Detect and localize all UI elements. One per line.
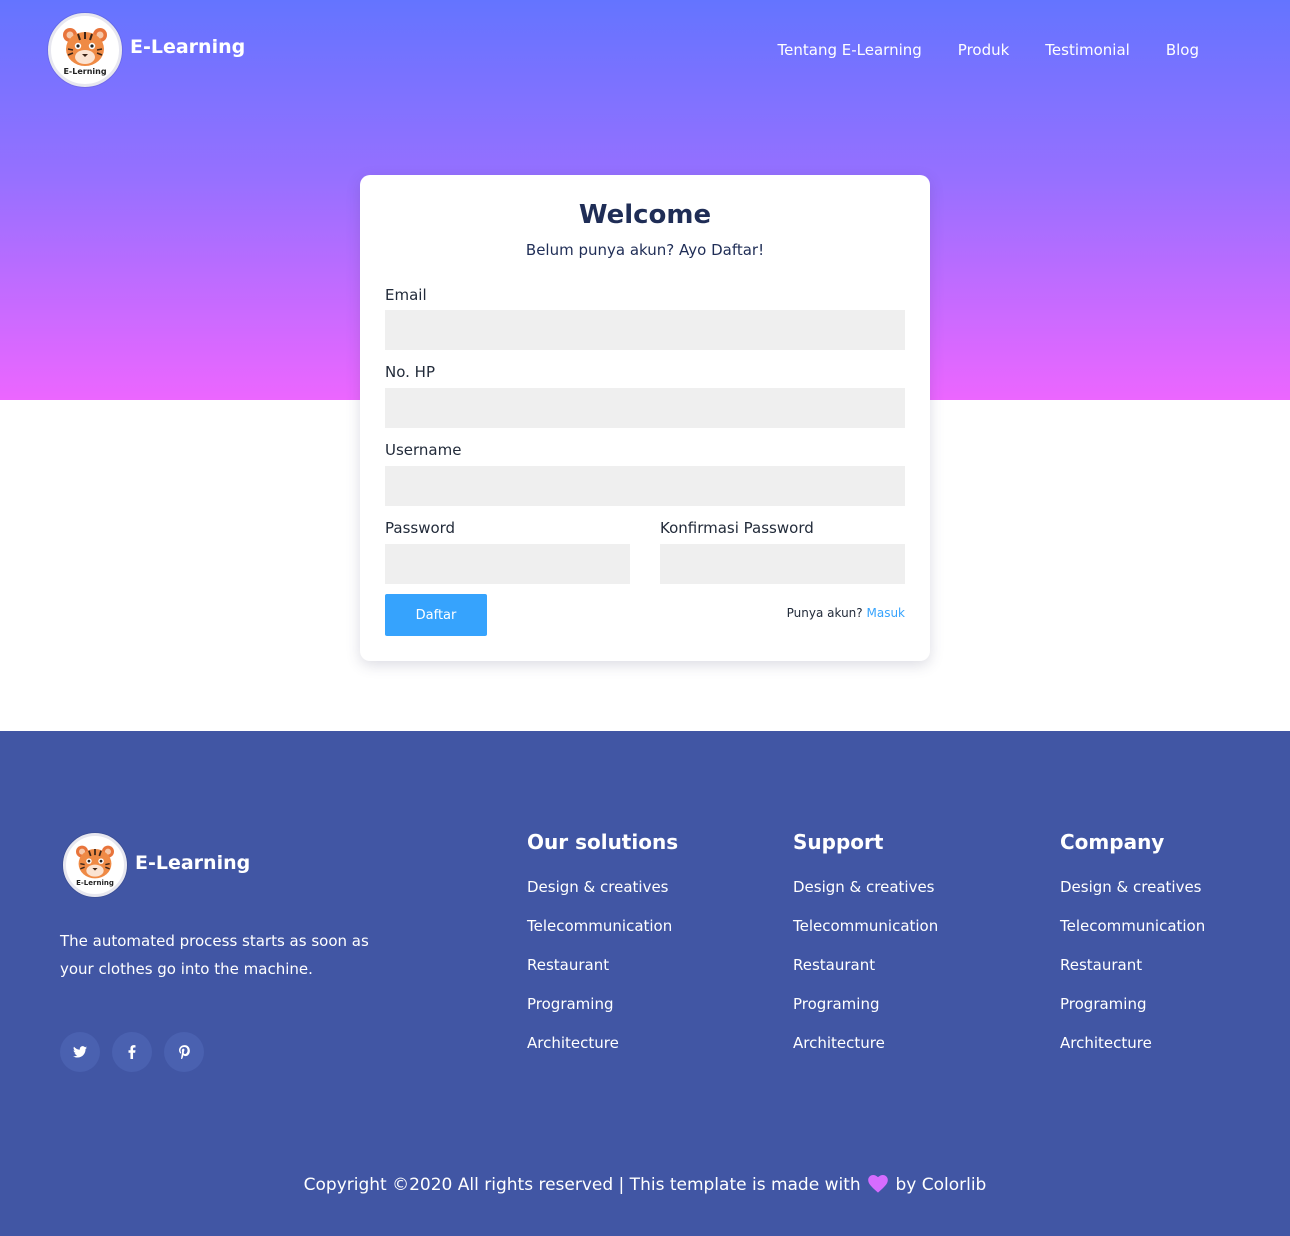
nav-item-blog[interactable]: Blog [1166,41,1199,59]
social-links [60,1032,204,1072]
footer-link[interactable]: Telecommunication [793,917,938,935]
footer-col-company: Company Design & creatives Telecommunica… [1060,830,1205,1073]
twitter-icon[interactable] [60,1032,100,1072]
nav-item-tentang[interactable]: Tentang E-Learning [778,41,922,59]
brand-name: E-Learning [130,36,246,58]
footer-col-solutions: Our solutions Design & creatives Telecom… [527,830,678,1073]
footer-link[interactable]: Architecture [527,1034,619,1052]
footer-link[interactable]: Restaurant [527,956,609,974]
footer-link[interactable]: Restaurant [1060,956,1142,974]
footer-description: The automated process starts as soon as … [60,932,369,978]
tiger-logo-icon: E-Lerning [48,13,122,87]
footer: E-Lerning E-Learning The automated proce… [0,731,1290,1236]
login-prompt: Punya akun? [786,606,863,620]
brand[interactable]: E-Lerning E-Learning [48,13,245,87]
footer-col-title: Company [1060,830,1165,854]
username-field[interactable] [385,466,905,506]
footer-link[interactable]: Telecommunication [1060,917,1205,935]
footer-brand[interactable]: E-Lerning E-Learning [63,833,250,897]
footer-link[interactable]: Programing [793,995,879,1013]
password-field[interactable] [385,544,630,584]
daftar-button[interactable]: Daftar [385,594,487,636]
username-label: Username [385,441,462,459]
footer-link[interactable]: Design & creatives [1060,878,1202,896]
masuk-link[interactable]: Masuk [866,606,905,620]
form-subtitle: Belum punya akun? Ayo Daftar! [525,241,765,259]
footer-link[interactable]: Architecture [793,1034,885,1052]
heart-icon [868,1175,888,1198]
nav-item-testimonial[interactable]: Testimonial [1045,41,1130,59]
footer-col-title: Our solutions [527,830,679,854]
confirm-password-label: Konfirmasi Password [660,519,814,537]
email-field[interactable] [385,310,905,350]
footer-brand-name: E-Learning [135,852,251,874]
footer-link[interactable]: Programing [1060,995,1146,1013]
logo-caption: E-Lerning [63,66,107,76]
email-label: Email [385,286,427,304]
form-title: Welcome [578,200,712,230]
footer-tiger-logo-icon: E-Lerning [63,833,127,897]
password-label: Password [385,519,456,537]
footer-logo-caption: E-Lerning [76,879,114,887]
footer-link[interactable]: Design & creatives [527,878,669,896]
copyright: Copyright ©2020 All rights reserved | Th… [0,1175,1290,1198]
footer-col-support: Support Design & creatives Telecommunica… [793,830,938,1073]
footer-link[interactable]: Programing [527,995,613,1013]
copyright-text: Copyright ©2020 All rights reserved | Th… [303,1175,861,1195]
confirm-password-field[interactable] [660,544,905,584]
nav-item-produk[interactable]: Produk [958,41,1010,59]
colorlib-link[interactable]: by Colorlib [895,1175,986,1195]
pinterest-icon[interactable] [164,1032,204,1072]
main-nav: Tentang E-Learning Produk Testimonial Bl… [778,41,1199,59]
footer-link[interactable]: Design & creatives [793,878,935,896]
register-card: Welcome Belum punya akun? Ayo Daftar! Em… [360,175,930,661]
footer-link[interactable]: Telecommunication [527,917,672,935]
footer-col-title: Support [793,830,884,854]
phone-field[interactable] [385,388,905,428]
tiger-face-icon [76,845,114,879]
tiger-face-icon [63,27,107,66]
login-hint: Punya akun? Masuk [787,606,905,620]
navbar: E-Lerning E-Learning Tentang E-Learning … [0,0,1290,100]
footer-link[interactable]: Architecture [1060,1034,1152,1052]
phone-label: No. HP [385,363,435,381]
facebook-icon[interactable] [112,1032,152,1072]
footer-link[interactable]: Restaurant [793,956,875,974]
